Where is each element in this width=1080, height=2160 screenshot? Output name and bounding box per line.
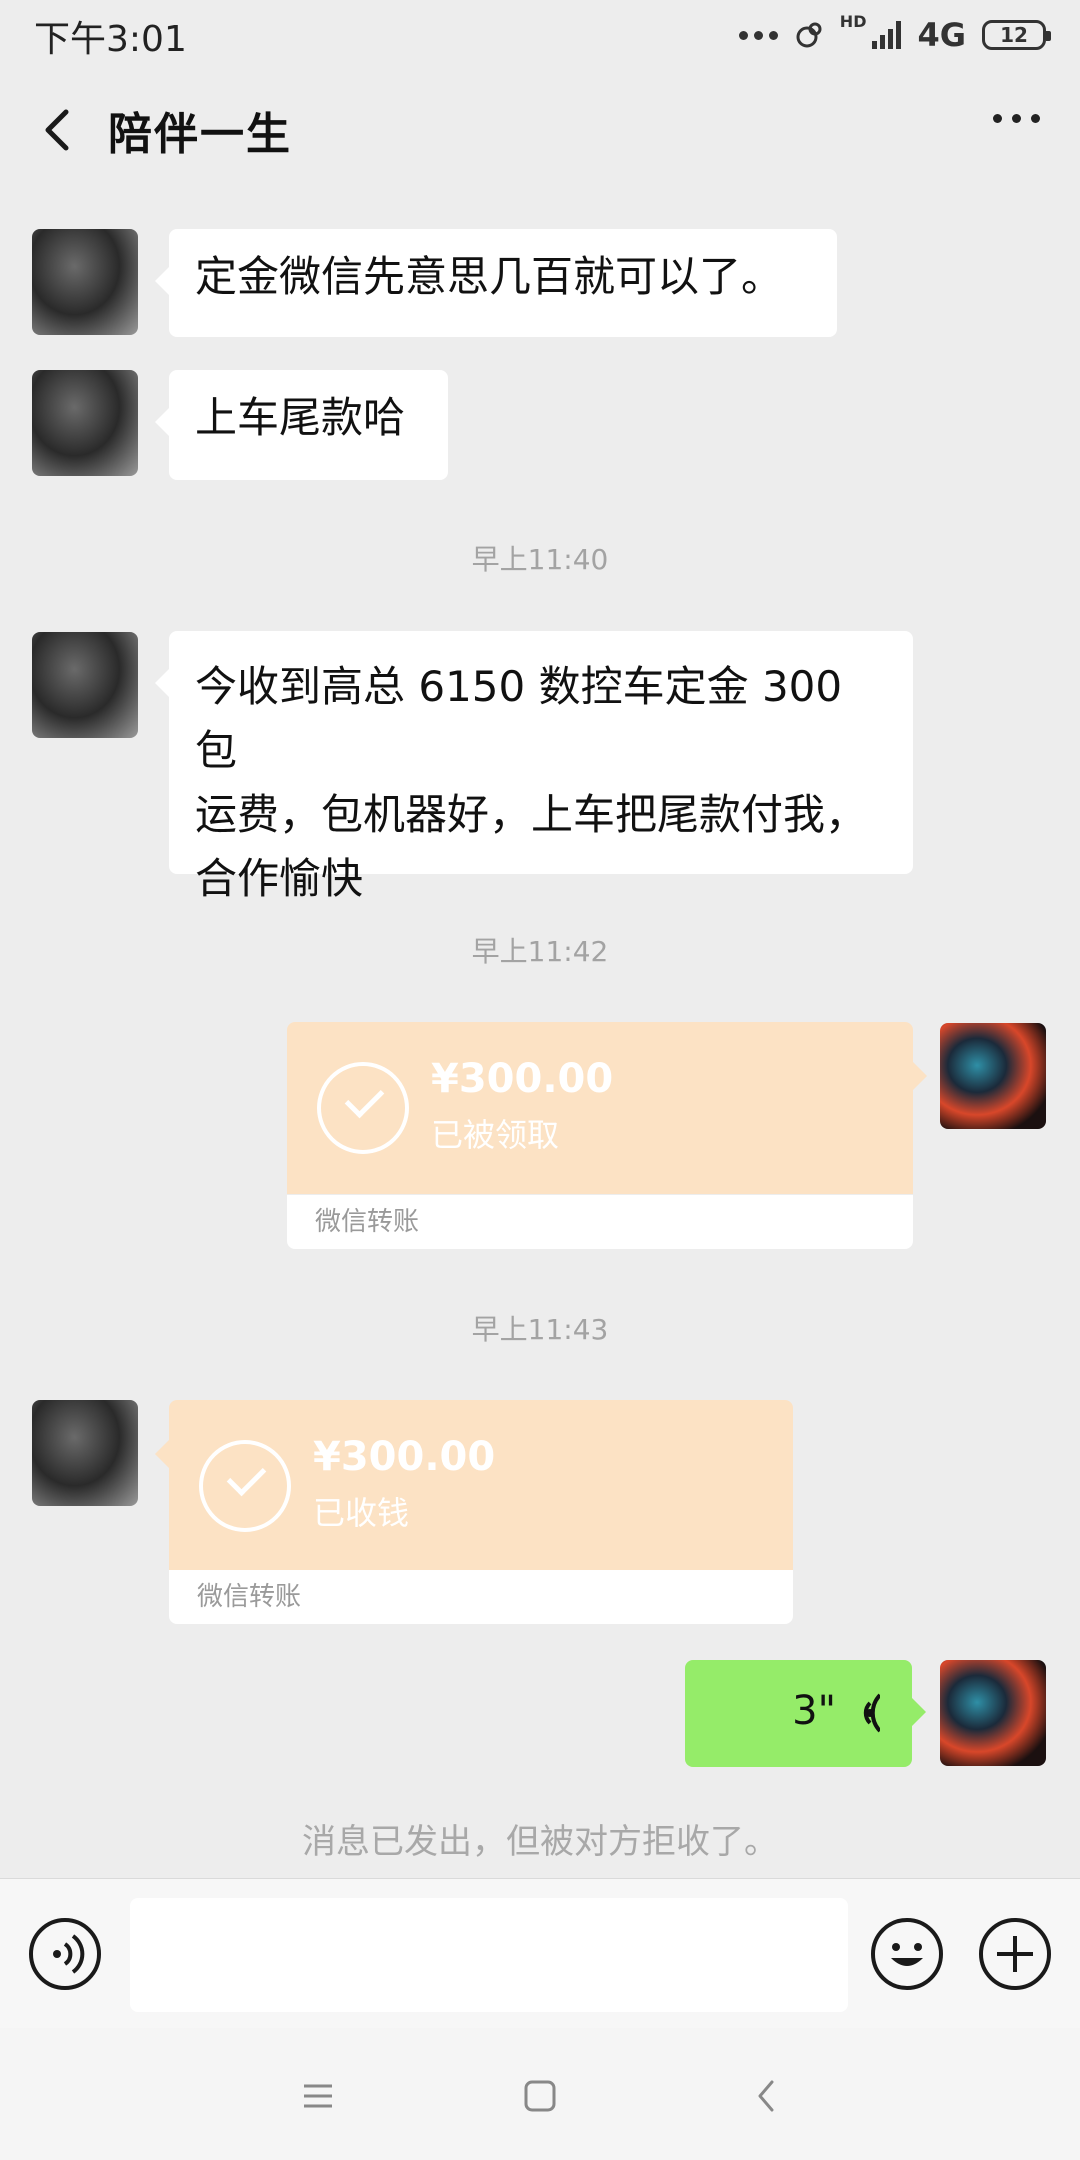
transfer-status: 已收钱 — [313, 1494, 410, 1532]
transfer-label: 微信转账 — [287, 1195, 913, 1249]
timestamp: 早上11:42 — [471, 935, 609, 968]
chat-title: 陪伴一生 — [108, 109, 292, 160]
hd-label: HD — [839, 12, 867, 31]
check-circle-icon — [317, 1062, 409, 1154]
message-bubble[interactable]: 上车尾款哈 — [155, 370, 448, 480]
sync-icon — [796, 22, 822, 48]
timestamp: 早上11:43 — [471, 1313, 609, 1346]
transfer-card-received[interactable]: ¥300.00 已收钱 微信转账 — [155, 1400, 793, 1624]
timestamp: 早上11:40 — [471, 543, 609, 576]
avatar-peer[interactable] — [32, 229, 138, 335]
voice-message[interactable]: 3" — [685, 1660, 926, 1767]
check-circle-icon — [199, 1440, 291, 1532]
signal-icon — [872, 21, 902, 49]
rejection-notice: 消息已发出，但被对方拒收了。 — [302, 1822, 778, 1862]
transfer-status: 已被领取 — [431, 1116, 560, 1154]
message-bubble[interactable]: 定金微信先意思几百就可以了。 — [155, 229, 837, 337]
emoji-icon — [891, 1943, 923, 1966]
avatar-peer[interactable] — [32, 1400, 138, 1506]
plus-icon — [997, 1936, 1033, 1972]
home-icon[interactable] — [522, 2078, 558, 2114]
more-dots-icon[interactable] — [993, 114, 1040, 123]
message-text-line: 运费，包机器好，上车把尾款付我， — [195, 790, 868, 839]
avatar-peer[interactable] — [32, 370, 138, 476]
message-text-line: 合作愉快 — [195, 854, 364, 903]
avatar-self[interactable] — [940, 1023, 1046, 1129]
notification-dots-icon — [738, 30, 778, 40]
voice-duration: 3" — [792, 1688, 836, 1734]
avatar-self[interactable] — [940, 1660, 1046, 1766]
status-time: 下午3:01 — [34, 19, 187, 60]
voice-mode-icon — [53, 1934, 85, 1974]
transfer-card-sent[interactable]: ¥300.00 已被领取 微信转账 — [287, 1022, 927, 1249]
message-text-line: 今收到高总 6150 数控车定金 300 包 — [195, 662, 843, 775]
voice-wave-icon — [863, 1693, 880, 1733]
back-button[interactable] — [30, 100, 90, 160]
status-icons: HD 4G 12 — [738, 10, 1051, 60]
message-bubble[interactable]: 今收到高总 6150 数控车定金 300 包 运费，包机器好，上车把尾款付我， … — [155, 631, 913, 903]
message-text: 定金微信先意思几百就可以了。 — [195, 252, 784, 301]
emoji-button[interactable] — [871, 1918, 943, 1990]
back-icon[interactable] — [752, 2076, 782, 2116]
menu-icon[interactable] — [300, 2078, 336, 2114]
message-text: 上车尾款哈 — [195, 393, 406, 442]
voice-mode-button[interactable] — [29, 1918, 101, 1990]
transfer-amount: ¥300.00 — [431, 1056, 614, 1102]
add-button[interactable] — [979, 1918, 1051, 1990]
avatar-peer[interactable] — [32, 632, 138, 738]
transfer-label: 微信转账 — [169, 1570, 793, 1624]
battery-icon: 12 — [982, 20, 1051, 50]
message-input[interactable] — [130, 1898, 848, 2012]
network-type: 4G — [917, 16, 966, 54]
battery-level: 12 — [1000, 23, 1028, 47]
transfer-amount: ¥300.00 — [313, 1434, 496, 1480]
